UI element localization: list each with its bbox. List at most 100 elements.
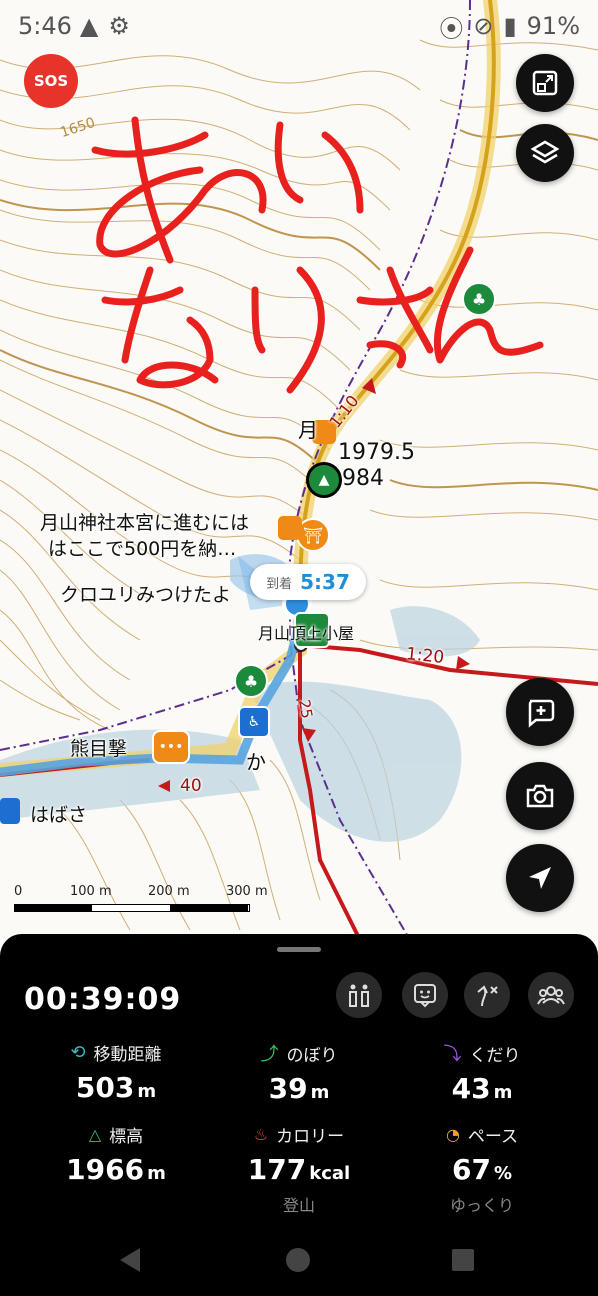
stat-altitude-value: 1966 (66, 1153, 145, 1186)
scale-label-200: 200 m (148, 884, 190, 899)
arrival-time: 5:37 (300, 570, 350, 594)
plant-poi-icon-2[interactable]: ♣ (234, 664, 268, 698)
stat-ascent-unit: m (310, 1082, 330, 1103)
checkpoint-button[interactable] (336, 972, 382, 1018)
stat-pace: ◔ ペース 67% ゆっくり (382, 1122, 582, 1216)
back-icon[interactable] (120, 1248, 140, 1272)
expand-icon (532, 70, 558, 96)
torii-icon: ⛩ (302, 525, 324, 545)
activity-panel[interactable]: 00:39:09 ⟲ 移動距離 503 m ⤴ のぼり 39 m ⤵ くだり 4… (0, 934, 598, 1296)
leaf-icon: ♣ (471, 289, 487, 309)
elapsed-time: 00:39:09 (24, 982, 182, 1017)
status-time: 5:46 (18, 12, 72, 40)
scale-bar: 0 100 m 200 m 300 m (14, 884, 274, 914)
stat-calories: ♨ カロリー 177 kcal 登山 (199, 1122, 399, 1216)
group-button[interactable] (528, 972, 574, 1018)
layers-icon (530, 140, 560, 164)
battery-icon: ▮ (503, 12, 517, 40)
add-comment-icon (528, 699, 555, 728)
stat-calories-value: 177 (247, 1153, 307, 1186)
stat-pace-sub: ゆっくり (449, 1196, 514, 1215)
status-bar: 5:46 ▲ ⚙ ⦿ ⊘ ▮ 91% (18, 8, 580, 44)
label-habasa: はばさ (30, 804, 88, 826)
arrival-estimate[interactable]: 到着 5:37 (250, 564, 366, 600)
stat-calories-sub: 登山 (282, 1196, 315, 1215)
settings-icon: ⚙ (108, 12, 130, 40)
panel-drag-handle[interactable] (277, 947, 321, 952)
camera-button[interactable] (506, 762, 574, 830)
summit-poi-icon[interactable]: ▲ (306, 462, 342, 498)
stat-descent-label: くだり (469, 1045, 521, 1066)
scale-label-0: 0 (14, 884, 23, 899)
toilet-poi-icon[interactable]: ♿ (238, 706, 270, 738)
signal-off-icon: ⊘ (473, 12, 494, 40)
stat-distance: ⟲ 移動距離 503 m (16, 1040, 216, 1104)
gauge-icon: ◔ (445, 1125, 460, 1144)
system-nav-bar (120, 1248, 474, 1272)
stat-descent: ⤵ くだり 43 m (382, 1040, 582, 1105)
scale-label-100: 100 m (70, 884, 112, 899)
navigation-arrow-icon (529, 867, 551, 889)
plant-poi-icon[interactable]: ♣ (462, 282, 496, 316)
off-route-button[interactable] (464, 972, 510, 1018)
checkpoint-icon (349, 984, 369, 1007)
stat-pace-value: 67 (451, 1153, 491, 1186)
route-icon: ⟲ (70, 1042, 86, 1063)
stat-pace-unit: % (493, 1163, 512, 1184)
summit-elevation-b: 984 (342, 466, 384, 491)
altitude-icon: △ (88, 1125, 102, 1144)
sos-button[interactable]: SOS (24, 54, 78, 108)
stat-distance-unit: m (137, 1081, 157, 1102)
stat-altitude-label: 標高 (109, 1127, 144, 1147)
stat-ascent-label: のぼり (286, 1045, 338, 1066)
memo-poi-icon-2[interactable] (278, 516, 302, 540)
flame-icon: ♨ (253, 1125, 269, 1144)
bear-memo-icon[interactable]: ••• (152, 730, 190, 764)
shrine-note-line1: 月山神社本宮に進むには (40, 512, 250, 534)
route-off-icon (477, 985, 498, 1007)
stat-altitude-unit: m (147, 1163, 166, 1184)
stat-descent-value: 43 (451, 1072, 491, 1105)
add-memo-button[interactable] (506, 678, 574, 746)
stat-descent-unit: m (493, 1082, 513, 1103)
mountain-icon: ▲ (318, 472, 330, 488)
shrine-note-line2: はここで500円を納… (48, 538, 237, 560)
stat-ascent: ⤴ のぼり 39 m (199, 1040, 399, 1105)
hut-poi-icon-2[interactable] (0, 798, 20, 824)
my-location-button[interactable] (506, 844, 574, 912)
stat-altitude: △ 標高 1966 m (16, 1122, 216, 1186)
map-view[interactable]: 5:46 ▲ ⚙ ⦿ ⊘ ▮ 91% SOS ♣ ▲ ⛩ ⌂ ♣ ♿ ••• 1… (0, 0, 598, 940)
scale-seg-3 (170, 904, 248, 912)
more-dots-icon: ••• (158, 739, 184, 755)
hut-name: 月山頂上小屋 (258, 624, 355, 643)
stat-calories-unit: kcal (309, 1163, 351, 1184)
bear-sighting-label: 熊目撃 (70, 738, 128, 760)
recents-icon[interactable] (452, 1249, 474, 1271)
memo-button[interactable] (402, 972, 448, 1018)
toilet-icon: ♿ (247, 714, 261, 730)
emoji-comment-icon (414, 984, 436, 1008)
layers-button[interactable] (516, 124, 574, 182)
fullscreen-button[interactable] (516, 54, 574, 112)
home-icon[interactable] (286, 1248, 310, 1272)
stat-ascent-value: 39 (268, 1072, 308, 1105)
group-icon (537, 986, 565, 1005)
label-ka: か (246, 750, 266, 774)
battery-percent: 91% (526, 12, 580, 40)
course-time-1-20: 1:20 (405, 644, 446, 668)
stat-distance-value: 503 (75, 1071, 135, 1104)
label-tsukiyama-top: 月 (298, 418, 318, 442)
kuroyuri-note: クロユリみつけたよ (60, 584, 232, 606)
stat-calories-label: カロリー (276, 1127, 345, 1147)
stat-distance-label: 移動距離 (93, 1045, 162, 1065)
leaf-icon: ♣ (243, 671, 259, 691)
descent-icon: ⤵ (443, 1044, 462, 1065)
location-icon: ⦿ (439, 14, 464, 43)
course-time-25: 25 (295, 698, 317, 720)
arrival-label: 到着 (266, 576, 293, 592)
stat-pace-label: ペース (467, 1127, 519, 1147)
scale-seg-1 (14, 904, 92, 912)
network-icon: ▲ (79, 12, 99, 40)
summit-elevation-a: 1979.5 (338, 440, 415, 465)
camera-icon (526, 784, 554, 808)
